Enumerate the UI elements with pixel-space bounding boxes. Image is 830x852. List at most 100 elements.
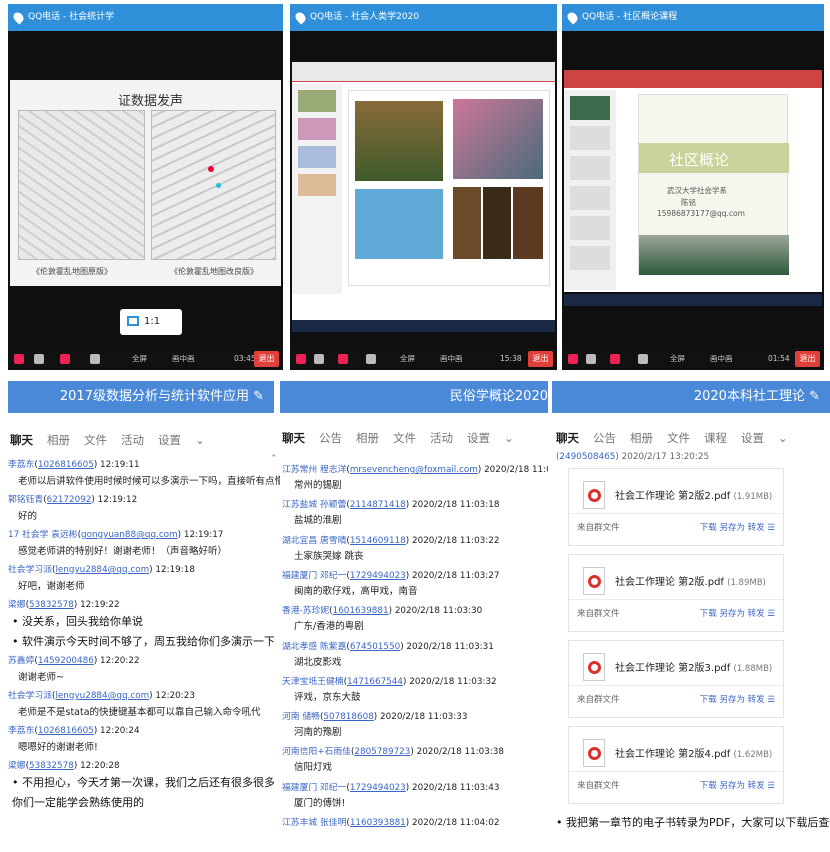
sender-id[interactable]: lengyu2884@qq.com	[55, 565, 149, 575]
file-card[interactable]: 社会工作理论 第2版3.pdf (1.88MB) 来自群文件 下载 另存为 转发 ☰	[568, 640, 784, 718]
sender-name[interactable]: 江苏丰城 张佳明	[282, 818, 346, 828]
sender-name[interactable]: 郭铭钰青	[8, 495, 43, 505]
edit-icon[interactable]: ✎	[253, 389, 264, 404]
download-button[interactable]: 下载	[700, 695, 717, 705]
sender-name[interactable]: 梁娜	[8, 761, 26, 771]
download-button[interactable]: 下载	[700, 781, 717, 791]
camera-icon[interactable]	[60, 354, 70, 364]
fullscreen-button[interactable]: 全屏	[670, 348, 685, 370]
sender-id[interactable]: gongyuan88@qq.com	[81, 530, 178, 540]
sender-name[interactable]: 福建厦门 邓纪一	[282, 571, 346, 581]
camera-icon[interactable]	[610, 354, 620, 364]
more-icon[interactable]: ☰	[765, 781, 775, 791]
sender-id[interactable]: 1471667544	[347, 677, 403, 687]
sender-id[interactable]: mrsevencheng@foxmail.com	[350, 465, 478, 475]
sender-id[interactable]: 674501550	[350, 642, 400, 652]
file-name-text[interactable]: 社会工作理论 第2版4.pdf	[615, 749, 730, 760]
screen-share-icon[interactable]	[366, 354, 376, 364]
exit-button[interactable]: 退出	[528, 351, 553, 367]
sender-name[interactable]: 湖北宜昌 唐雪晴	[282, 536, 346, 546]
speaker-icon[interactable]	[34, 354, 44, 364]
tab-notice[interactable]: 公告	[593, 431, 616, 445]
tab-chat[interactable]: 聊天	[282, 431, 305, 445]
camera-icon[interactable]	[338, 354, 348, 364]
exit-button[interactable]: 退出	[795, 351, 820, 367]
file-name[interactable]: 社会工作理论 第2版3.pdf (1.88MB)	[615, 659, 772, 674]
tab-files[interactable]: 文件	[667, 431, 690, 445]
tab-album[interactable]: 相册	[47, 433, 70, 447]
more-icon[interactable]: ☰	[765, 523, 775, 533]
download-button[interactable]: 下载	[700, 523, 717, 533]
tab-chat[interactable]: 聊天	[556, 431, 579, 445]
tab-album[interactable]: 相册	[356, 431, 379, 445]
sender-id[interactable]: 1514609118	[350, 536, 406, 546]
chevron-down-icon[interactable]: ⌄	[195, 433, 205, 447]
screen-share-icon[interactable]	[90, 354, 100, 364]
sender-name[interactable]: 江苏常州 程志洋	[282, 465, 346, 475]
mic-icon[interactable]	[568, 354, 578, 364]
tab-files[interactable]: 文件	[393, 431, 416, 445]
forward-button[interactable]: 转发	[748, 781, 765, 791]
sender-id[interactable]: 1729494023	[350, 571, 406, 581]
sender-id[interactable]: 1459200486	[38, 656, 94, 666]
file-card[interactable]: 社会工作理论 第2版4.pdf (1.62MB) 来自群文件 下载 另存为 转发 ☰	[568, 726, 784, 804]
forward-button[interactable]: 转发	[748, 695, 765, 705]
mic-icon[interactable]	[14, 354, 24, 364]
tab-settings[interactable]: 设置	[467, 431, 490, 445]
sender-name[interactable]: 湖北孝感 陈紫嘉	[282, 642, 346, 652]
sender-name[interactable]: 江苏盐城 孙颖蕾	[282, 500, 346, 510]
forward-button[interactable]: 转发	[748, 609, 765, 619]
file-name-text[interactable]: 社会工作理论 第2版3.pdf	[615, 663, 730, 674]
sender-id[interactable]: 1729494023	[350, 783, 406, 793]
edit-icon[interactable]: ✎	[809, 389, 820, 404]
sender-id[interactable]: 1160393881	[350, 818, 406, 828]
mic-icon[interactable]	[296, 354, 306, 364]
file-name-text[interactable]: 社会工作理论 第2版.pdf	[615, 577, 724, 588]
tab-chat[interactable]: 聊天	[10, 433, 33, 447]
file-name-text[interactable]: 社会工作理论 第2版2.pdf	[615, 491, 730, 502]
forward-button[interactable]: 转发	[748, 523, 765, 533]
sender-name[interactable]: 香港-苏珍妮	[282, 606, 329, 616]
sender-id[interactable]: 2805789723	[354, 747, 410, 757]
pip-button[interactable]: 画中画	[172, 348, 195, 370]
file-name[interactable]: 社会工作理论 第2版.pdf (1.89MB)	[615, 573, 766, 588]
sender-id[interactable]: 53832578	[29, 600, 74, 610]
fullscreen-button[interactable]: 全屏	[400, 348, 415, 370]
sender-name[interactable]: 17 社会学 袁远彬	[8, 530, 78, 540]
sender-name[interactable]: 河南信阳+石雨佳	[282, 747, 351, 757]
pip-button[interactable]: 画中画	[710, 348, 733, 370]
ratio-button[interactable]: 1:1	[120, 309, 182, 335]
chevron-down-icon[interactable]: ⌄	[778, 431, 788, 445]
speaker-icon[interactable]	[586, 354, 596, 364]
sender-name[interactable]: 李荔东	[8, 726, 34, 736]
fullscreen-button[interactable]: 全屏	[132, 348, 147, 370]
sender-name[interactable]: 梁娜	[8, 600, 26, 610]
save-as-button[interactable]: 另存为	[719, 781, 745, 791]
sender-name[interactable]: 李荔东	[8, 460, 34, 470]
sender-name[interactable]: 河南 储畅	[282, 712, 320, 722]
tab-album[interactable]: 相册	[630, 431, 653, 445]
screen-share-icon[interactable]	[638, 354, 648, 364]
sender-id[interactable]: 2114871418	[350, 500, 406, 510]
file-name[interactable]: 社会工作理论 第2版2.pdf (1.91MB)	[615, 487, 772, 502]
save-as-button[interactable]: 另存为	[719, 609, 745, 619]
tab-notice[interactable]: 公告	[319, 431, 342, 445]
tab-settings[interactable]: 设置	[158, 433, 181, 447]
exit-button[interactable]: 退出	[254, 351, 279, 367]
tab-activity[interactable]: 活动	[121, 433, 144, 447]
sender-name[interactable]: 天津宝坻王健楠	[282, 677, 344, 687]
sender-id[interactable]: 1026816605	[38, 726, 94, 736]
tab-files[interactable]: 文件	[84, 433, 107, 447]
file-name[interactable]: 社会工作理论 第2版4.pdf (1.62MB)	[615, 745, 772, 760]
save-as-button[interactable]: 另存为	[719, 695, 745, 705]
sender-id[interactable]: 53832578	[29, 761, 74, 771]
sender-name[interactable]: 社会学习派	[8, 565, 52, 575]
sender-name[interactable]: 苏鑫婷	[8, 656, 34, 666]
tab-activity[interactable]: 活动	[430, 431, 453, 445]
tab-course[interactable]: 课程	[704, 431, 727, 445]
chevron-down-icon[interactable]: ⌄	[504, 431, 514, 445]
file-card[interactable]: 社会工作理论 第2版.pdf (1.89MB) 来自群文件 下载 另存为 转发 ☰	[568, 554, 784, 632]
more-icon[interactable]: ☰	[765, 609, 775, 619]
sender-name[interactable]: 社会学习派	[8, 691, 52, 701]
file-card[interactable]: 社会工作理论 第2版2.pdf (1.91MB) 来自群文件 下载 另存为 转发 ☰	[568, 468, 784, 546]
